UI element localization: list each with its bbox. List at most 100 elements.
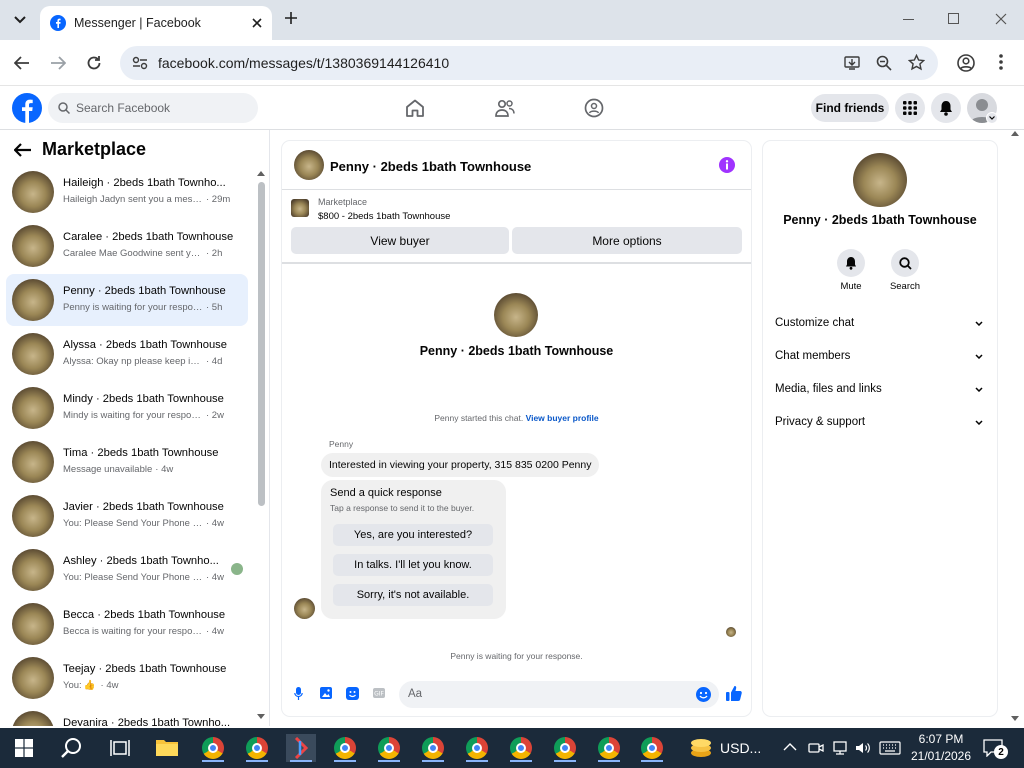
install-app-icon[interactable] [844,55,860,71]
message-bubble[interactable]: Interested in viewing your property, 315… [321,453,600,477]
currency-coins-icon[interactable] [690,738,712,758]
microphone-icon[interactable] [294,687,303,700]
forward-arrow-icon[interactable] [50,56,66,70]
taskbar-chrome-3[interactable] [330,734,360,762]
account-menu-chevron[interactable] [986,112,998,124]
conversation-item[interactable]: Penny · 2beds 1bath Townhouse Penny is wa… [6,274,248,326]
like-thumb-icon[interactable] [726,685,742,701]
keyboard-icon[interactable] [879,741,901,755]
scroll-down-icon[interactable] [257,714,265,720]
conversation-item[interactable]: Mindy · 2beds 1bath Townhouse Mindy is wa… [6,382,248,434]
chat-header-title[interactable]: Penny · 2beds 1bath Townhouse [330,159,531,174]
new-tab-button[interactable] [284,11,298,25]
search-in-chat-button[interactable] [891,249,919,277]
scrollbar-thumb[interactable] [258,182,265,506]
scroll-down-icon[interactable] [1011,716,1019,722]
preview-text: You: [63,680,82,691]
seen-receipt-avatar [726,627,736,637]
restore-button[interactable] [948,13,959,24]
show-hidden-icons-icon[interactable] [783,743,797,751]
scroll-up-icon[interactable] [1011,130,1019,136]
back-arrow-icon[interactable] [14,143,32,157]
quick-response-not-available[interactable]: Sorry, it's not available. [333,584,493,606]
conversation-item[interactable]: Ashley · 2beds 1bath Townho... You: Pleas… [6,544,248,596]
preview-time: · 4w [206,518,224,529]
privacy-support-row[interactable]: Privacy & support [775,410,983,434]
kebab-menu-icon[interactable] [999,54,1003,70]
quick-response-yes[interactable]: Yes, are you interested? [333,524,493,546]
windows-start-icon[interactable] [15,739,33,757]
more-options-button[interactable]: More options [512,227,742,254]
media-files-links-row[interactable]: Media, files and links [775,377,983,401]
taskbar-chrome-6[interactable] [462,734,492,762]
preview-text: Caralee Mae Goodwine sent you a... [63,248,203,259]
close-tab-icon[interactable] [252,18,262,28]
image-icon[interactable] [320,687,332,699]
conversation-item[interactable]: Deyanira · 2beds 1bath Townho... [6,706,248,726]
conversation-item[interactable]: Javier · 2beds 1bath Townhouse You: Pleas… [6,490,248,542]
listing-title[interactable]: $800 - 2beds 1bath Townhouse [318,211,450,222]
sticker-icon[interactable] [346,687,359,700]
chat-header-avatar[interactable] [294,150,324,180]
customize-chat-row[interactable]: Customize chat [775,311,983,335]
tab-search-button[interactable] [8,8,32,32]
file-explorer-icon[interactable] [156,738,178,756]
back-arrow-icon[interactable] [14,56,30,70]
quick-response-in-talks[interactable]: In talks. I'll let you know. [333,554,493,576]
facebook-search-input[interactable]: Search Facebook [48,93,258,123]
minimize-button[interactable] [903,19,914,20]
view-buyer-profile-link[interactable]: View buyer profile [526,413,599,423]
menu-button[interactable] [895,93,925,123]
sender-avatar[interactable] [294,598,315,619]
message-input[interactable]: Aa [399,681,719,708]
taskbar-chrome-1[interactable] [198,734,228,762]
taskbar-chrome-7[interactable] [506,734,536,762]
browser-tab[interactable]: Messenger | Facebook [40,6,272,40]
seen-receipt-avatar [231,563,243,575]
groups-icon[interactable] [584,98,604,118]
taskbar-chrome-4[interactable] [374,734,404,762]
task-view-icon[interactable] [110,739,130,757]
network-icon[interactable] [832,740,848,756]
friends-icon[interactable] [495,99,515,117]
find-friends-button[interactable]: Find friends [811,94,889,122]
gif-icon[interactable]: GIF [373,688,385,698]
zoom-icon[interactable] [876,55,892,71]
conversation-item[interactable]: Tima · 2beds 1bath Townhouse Message unav… [6,436,248,488]
volume-icon[interactable] [855,740,871,756]
taskbar-chrome-10[interactable] [637,734,667,762]
taskbar-chrome-5[interactable] [418,734,448,762]
home-icon[interactable] [405,99,425,117]
conversation-item[interactable]: Haileigh · 2beds 1bath Townho... Haileigh… [6,166,248,218]
search-icon[interactable] [61,737,83,759]
mute-button[interactable] [837,249,865,277]
conversation-item[interactable]: Teejay · 2beds 1bath Townhouse You: 👍 · 4w [6,652,248,704]
currency-widget-text[interactable]: USD... [720,740,761,756]
info-avatar[interactable] [853,153,907,207]
conversation-item[interactable]: Becca · 2beds 1bath Townhouse Becca is wa… [6,598,248,650]
conversation-item[interactable]: Caralee · 2beds 1bath Townhouse Caralee M… [6,220,248,272]
page-scrollbar[interactable] [1010,130,1020,726]
site-info-icon[interactable] [132,56,148,70]
info-icon[interactable] [719,157,735,173]
emoji-icon[interactable] [696,687,711,702]
conversation-item[interactable]: Alyssa · 2beds 1bath Townhouse Alyssa: Ok… [6,328,248,380]
listing-thumbnail[interactable] [291,199,309,217]
taskbar-chrome-2[interactable] [242,734,272,762]
taskbar-chrome-8[interactable] [550,734,580,762]
notifications-button[interactable] [931,93,961,123]
close-window-icon[interactable] [995,13,1007,25]
meet-now-icon[interactable] [808,740,824,756]
chat-members-row[interactable]: Chat members [775,344,983,368]
chat-profile-avatar[interactable] [494,293,538,337]
view-buyer-button[interactable]: View buyer [291,227,509,254]
scroll-up-icon[interactable] [257,170,265,176]
bookmark-star-icon[interactable] [908,54,925,71]
reload-icon[interactable] [86,55,102,71]
taskbar-active-app[interactable] [286,734,316,762]
address-bar[interactable]: facebook.com/messages/t/1380369144126410 [120,46,938,80]
taskbar-chrome-9[interactable] [594,734,624,762]
profile-icon[interactable] [957,54,975,72]
clock[interactable]: 6:07 PM 21/01/2026 [906,731,976,765]
facebook-logo-icon[interactable] [12,93,42,123]
